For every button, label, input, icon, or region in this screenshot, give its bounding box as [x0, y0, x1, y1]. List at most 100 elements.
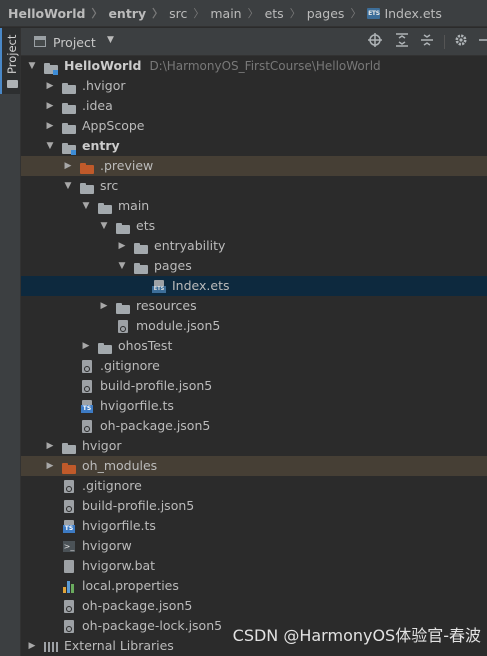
tree-row-hvigorfile[interactable]: TS hvigorfile.ts [21, 516, 487, 536]
chevron-right-icon[interactable]: ▶ [45, 436, 55, 456]
chevron-right-icon[interactable]: ▶ [45, 96, 55, 116]
breadcrumb-item-index-ets[interactable]: ETS Index.ets [367, 6, 442, 21]
tree-row-label: hvigorfile.ts [100, 398, 174, 413]
tree-row-label: ets [136, 218, 156, 233]
minimize-icon[interactable] [475, 33, 487, 51]
folder-icon [7, 80, 18, 88]
breadcrumb: HelloWorld 〉 entry 〉 src 〉 main 〉 ets 〉 pages… [0, 0, 487, 27]
tree-row-entryability[interactable]: ▶ entryability [21, 236, 487, 256]
tree-row-label: entryability [154, 238, 226, 253]
chevron-right-icon: 〉 [289, 7, 301, 20]
project-toolbar: Project ▼ [21, 28, 487, 56]
project-tool-tab[interactable]: Project [0, 28, 20, 94]
ide-window: HelloWorld 〉 entry 〉 src 〉 main 〉 ets 〉 pages… [0, 0, 487, 656]
chevron-right-icon[interactable]: ▶ [45, 456, 55, 476]
tree-row-appscope[interactable]: ▶ AppScope [21, 116, 487, 136]
tree-row-label: hvigorfile.ts [82, 518, 156, 533]
folder-icon [115, 299, 131, 314]
module-folder-icon [43, 59, 59, 75]
tree-row-hvigorw-bat[interactable]: hvigorw.bat [21, 556, 487, 576]
folder-icon [115, 219, 131, 234]
tree-row-idea[interactable]: ▶ .idea [21, 96, 487, 116]
tree-row-main[interactable]: ▼ main [21, 196, 487, 216]
breadcrumb-item-main[interactable]: main 〉 [210, 5, 264, 21]
tree-row-preview[interactable]: ▶ .preview [21, 156, 487, 176]
tree-row-label: build-profile.json5 [100, 378, 213, 393]
locate-icon[interactable] [366, 33, 384, 51]
tree-row-label: hvigor [82, 438, 122, 453]
collapse-all-icon[interactable] [418, 33, 436, 51]
chevron-down-icon[interactable]: ▼ [81, 196, 91, 216]
tree-row-label: .idea [82, 98, 113, 113]
tree-row-ohostest[interactable]: ▶ ohosTest [21, 336, 487, 356]
tree-row-ets[interactable]: ▼ ets [21, 216, 487, 236]
tree-row-label: External Libraries [64, 638, 174, 653]
project-tree[interactable]: ▼ HelloWorld D:\HarmonyOS_FirstCourse\Hel… [21, 56, 487, 656]
chevron-right-icon[interactable]: ▶ [45, 116, 55, 136]
tree-row-label: entry [82, 138, 120, 153]
tree-row-entry-build-profile[interactable]: build-profile.json5 [21, 376, 487, 396]
breadcrumb-item-helloworld[interactable]: HelloWorld 〉 [8, 5, 108, 21]
tree-row-oh-package[interactable]: oh-package.json5 [21, 596, 487, 616]
tree-row-src[interactable]: ▼ src [21, 176, 487, 196]
tree-row-build-profile[interactable]: build-profile.json5 [21, 496, 487, 516]
toolbar-divider [444, 35, 445, 49]
tree-row-label: build-profile.json5 [82, 498, 195, 513]
chevron-down-icon[interactable]: ▼ [117, 256, 127, 276]
chevron-down-icon[interactable]: ▼ [107, 35, 114, 45]
module-folder-icon [61, 139, 77, 155]
left-tool-stripe: Project [0, 28, 21, 656]
folder-icon [61, 119, 77, 134]
chevron-right-icon[interactable]: ▶ [117, 236, 127, 256]
tree-row-entry-gitignore[interactable]: .gitignore [21, 356, 487, 376]
project-window-icon [34, 36, 46, 47]
tree-row-label: main [118, 198, 150, 213]
breadcrumb-item-src[interactable]: src 〉 [169, 5, 210, 21]
breadcrumb-item-pages[interactable]: pages 〉 [307, 5, 368, 21]
gear-icon[interactable] [452, 33, 470, 51]
project-path: D:\HarmonyOS_FirstCourse\HelloWorld [149, 59, 381, 73]
chevron-down-icon[interactable]: ▼ [99, 216, 109, 236]
folder-icon [61, 79, 77, 94]
project-view-title[interactable]: Project [53, 35, 96, 50]
orange-folder-icon [79, 159, 95, 174]
tree-row-hvigor[interactable]: ▶ hvigor [21, 436, 487, 456]
tree-row-oh-modules[interactable]: ▶ oh_modules [21, 456, 487, 476]
tree-row-gitignore[interactable]: .gitignore [21, 476, 487, 496]
chevron-right-icon[interactable]: ▶ [99, 296, 109, 316]
tree-row-hvigor-dir[interactable]: ▶ .hvigor [21, 76, 487, 96]
chevron-down-icon[interactable]: ▼ [63, 176, 73, 196]
breadcrumb-item-entry[interactable]: entry 〉 [108, 5, 169, 21]
tree-row-label: .preview [100, 158, 154, 173]
tree-row-entry-oh-package[interactable]: oh-package.json5 [21, 416, 487, 436]
ets-file-icon: ETS [151, 279, 167, 293]
tree-row-label: AppScope [82, 118, 145, 133]
tree-row-entry[interactable]: ▼ entry [21, 136, 487, 156]
tree-row-hvigorw[interactable]: >_ hvigorw [21, 536, 487, 556]
project-tool-tab-label: Project [5, 34, 19, 74]
breadcrumb-item-ets[interactable]: ets 〉 [265, 5, 307, 21]
gitignore-file-icon [61, 479, 77, 493]
chevron-right-icon[interactable]: ▶ [27, 636, 37, 656]
tree-row-label: .hvigor [82, 78, 126, 93]
chevron-right-icon[interactable]: ▶ [63, 156, 73, 176]
tree-row-label: src [100, 178, 119, 193]
chevron-right-icon: 〉 [247, 7, 259, 20]
tree-row-module-json5[interactable]: module.json5 [21, 316, 487, 336]
chevron-right-icon[interactable]: ▶ [45, 76, 55, 96]
chevron-right-icon: 〉 [152, 7, 164, 20]
chevron-down-icon[interactable]: ▼ [45, 136, 55, 156]
expand-all-icon[interactable] [393, 33, 411, 51]
tree-row-label: ohosTest [118, 338, 173, 353]
tree-row-resources[interactable]: ▶ resources [21, 296, 487, 316]
chevron-right-icon[interactable]: ▶ [81, 336, 91, 356]
chevron-down-icon[interactable]: ▼ [27, 56, 37, 76]
tree-row-entry-hvigorfile[interactable]: TS hvigorfile.ts [21, 396, 487, 416]
tree-row-index-ets[interactable]: ETS Index.ets [21, 276, 487, 296]
tree-row-helloworld[interactable]: ▼ HelloWorld D:\HarmonyOS_FirstCourse\Hel… [21, 56, 487, 76]
tree-row-local-properties[interactable]: local.properties [21, 576, 487, 596]
watermark: CSDN @HarmonyOS体验官-春波 [232, 626, 481, 645]
tree-row-label: oh-package.json5 [100, 418, 211, 433]
tree-row-label: .gitignore [82, 478, 142, 493]
tree-row-pages[interactable]: ▼ pages [21, 256, 487, 276]
